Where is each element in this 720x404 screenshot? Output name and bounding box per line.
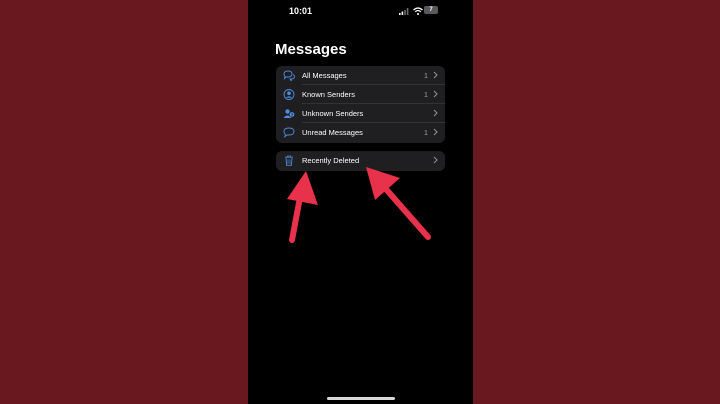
chevron-right-icon <box>433 109 438 117</box>
left-background-panel <box>0 0 248 404</box>
svg-text:?: ? <box>291 112 294 117</box>
filter-row-known-senders[interactable]: Known Senders 1 <box>276 85 445 104</box>
battery-indicator: 7 <box>424 6 438 14</box>
filter-label: Known Senders <box>302 90 355 99</box>
signal-icon <box>399 8 409 15</box>
chat-bubble-icon <box>283 127 295 138</box>
chat-bubbles-icon <box>283 70 295 81</box>
chevron-right-icon <box>433 71 438 79</box>
status-bar: 10:01 7 <box>248 0 473 22</box>
filter-row-all-messages[interactable]: All Messages 1 <box>276 66 445 85</box>
chevron-right-icon <box>433 128 438 136</box>
filter-label: Unknown Senders <box>302 109 364 118</box>
person-circle-icon <box>283 89 295 100</box>
filter-row-unread-messages[interactable]: Unread Messages 1 <box>276 123 445 142</box>
recently-deleted-row[interactable]: Recently Deleted <box>276 151 445 170</box>
page-title: Messages <box>275 41 347 58</box>
home-indicator[interactable] <box>327 397 395 400</box>
person-question-icon: ? <box>283 109 295 118</box>
chevron-right-icon <box>433 90 438 98</box>
wifi-icon <box>413 7 423 15</box>
trash-icon <box>285 155 293 166</box>
chevron-right-icon <box>433 156 438 164</box>
filter-count: 1 <box>423 90 428 99</box>
filter-count: 1 <box>423 71 428 80</box>
recently-deleted-group: Recently Deleted <box>276 151 445 171</box>
recently-deleted-label: Recently Deleted <box>302 156 360 165</box>
filter-row-unknown-senders[interactable]: ? Unknown Senders <box>276 104 445 123</box>
filters-list: All Messages 1 Known Senders 1 ? Unknown… <box>276 66 445 143</box>
filter-count: 1 <box>423 128 428 137</box>
phone-screen: 10:01 7 Messages All Messages 1 Known Se… <box>248 0 473 404</box>
right-background-panel <box>473 0 720 404</box>
status-time: 10:01 <box>289 6 313 16</box>
filter-label: Unread Messages <box>302 128 363 137</box>
filter-label: All Messages <box>302 71 347 80</box>
